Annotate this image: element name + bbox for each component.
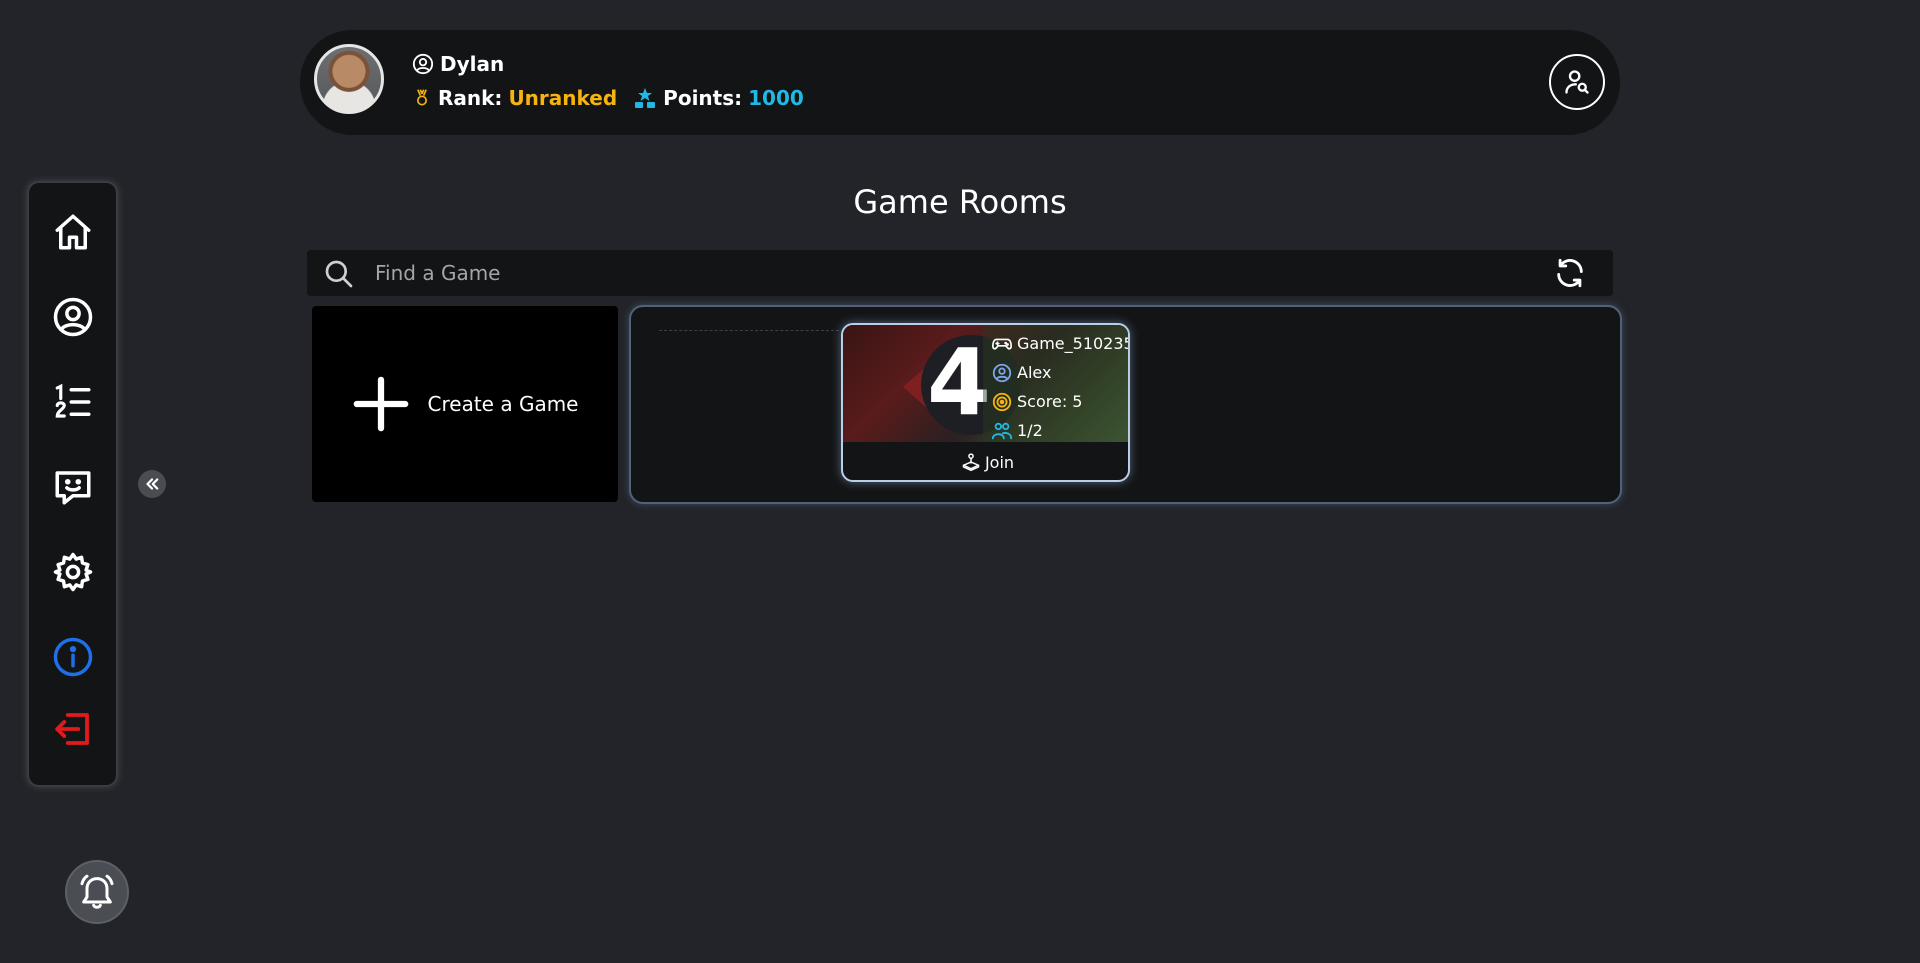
sidebar-item-settings[interactable] <box>49 548 97 596</box>
chat-icon <box>55 471 90 505</box>
collapse-sidebar-button[interactable] <box>138 470 166 498</box>
username: Dylan <box>440 52 505 76</box>
page-title: Game Rooms <box>0 183 1920 221</box>
points-icon <box>635 88 656 108</box>
leaderboard-icon <box>55 383 90 418</box>
sidebar-item-info[interactable] <box>49 633 97 681</box>
divider <box>659 330 839 331</box>
sidebar-item-logout[interactable] <box>49 705 97 753</box>
sidebar-item-leaderboard[interactable] <box>49 378 97 426</box>
gamepad-icon <box>992 338 1012 350</box>
page-title-text: Game Rooms <box>853 183 1067 221</box>
rank-value: Unranked <box>508 86 618 110</box>
room-score: Score: 5 <box>1017 392 1083 411</box>
room-info: Game_510235 Alex Score: 5 1/2 <box>991 329 1130 445</box>
room-players-row: 1/2 <box>991 416 1128 445</box>
double-chevron-left-icon <box>146 478 159 490</box>
create-game-button[interactable]: Create a Game <box>312 306 618 502</box>
thumbnail-glyph: 4 <box>927 329 992 436</box>
user-search-icon <box>1565 70 1589 94</box>
medal-icon <box>417 89 427 106</box>
room-score-row: Score: 5 <box>991 387 1128 416</box>
search-bar <box>307 250 1613 296</box>
rank-label: Rank: <box>438 86 503 110</box>
info-icon <box>53 637 92 677</box>
refresh-icon[interactable] <box>1553 256 1587 290</box>
username-row: Dylan <box>412 52 504 76</box>
user-circle-icon <box>412 53 434 75</box>
search-icon <box>325 260 353 288</box>
avatar[interactable] <box>314 44 384 114</box>
profile-icon <box>53 297 92 337</box>
room-host-row: Alex <box>991 358 1128 387</box>
target-icon <box>992 392 1012 411</box>
create-game-label: Create a Game <box>427 392 579 416</box>
players-icon <box>991 422 1013 439</box>
room-name: Game_510235 <box>1017 334 1130 353</box>
bell-icon <box>80 874 114 909</box>
user-stats: Rank: Unranked Points: 1000 <box>412 86 820 110</box>
plus-icon <box>353 376 408 432</box>
join-label: Join <box>984 452 1015 472</box>
logout-icon <box>54 713 89 745</box>
points-value: 1000 <box>748 86 804 110</box>
room-host: Alex <box>1017 363 1052 382</box>
room-name-row: Game_510235 <box>991 329 1130 358</box>
joystick-icon <box>962 453 980 472</box>
sidebar-item-chat[interactable] <box>49 463 97 511</box>
find-user-button[interactable] <box>1549 54 1605 110</box>
settings-icon <box>53 552 92 592</box>
room-players: 1/2 <box>1017 421 1043 440</box>
sidebar-item-profile[interactable] <box>49 293 97 341</box>
join-button[interactable]: Join <box>843 442 1128 480</box>
sidebar <box>27 181 118 787</box>
room-card[interactable]: 4 Game_510235 Alex Score: 5 1/2 Join <box>841 323 1130 482</box>
user-header: Dylan Rank: Unranked Points: 1000 <box>300 30 1620 135</box>
search-input[interactable] <box>373 250 1523 296</box>
notifications-button[interactable] <box>65 860 129 924</box>
host-icon <box>992 363 1012 382</box>
points-label: Points: <box>663 86 743 110</box>
